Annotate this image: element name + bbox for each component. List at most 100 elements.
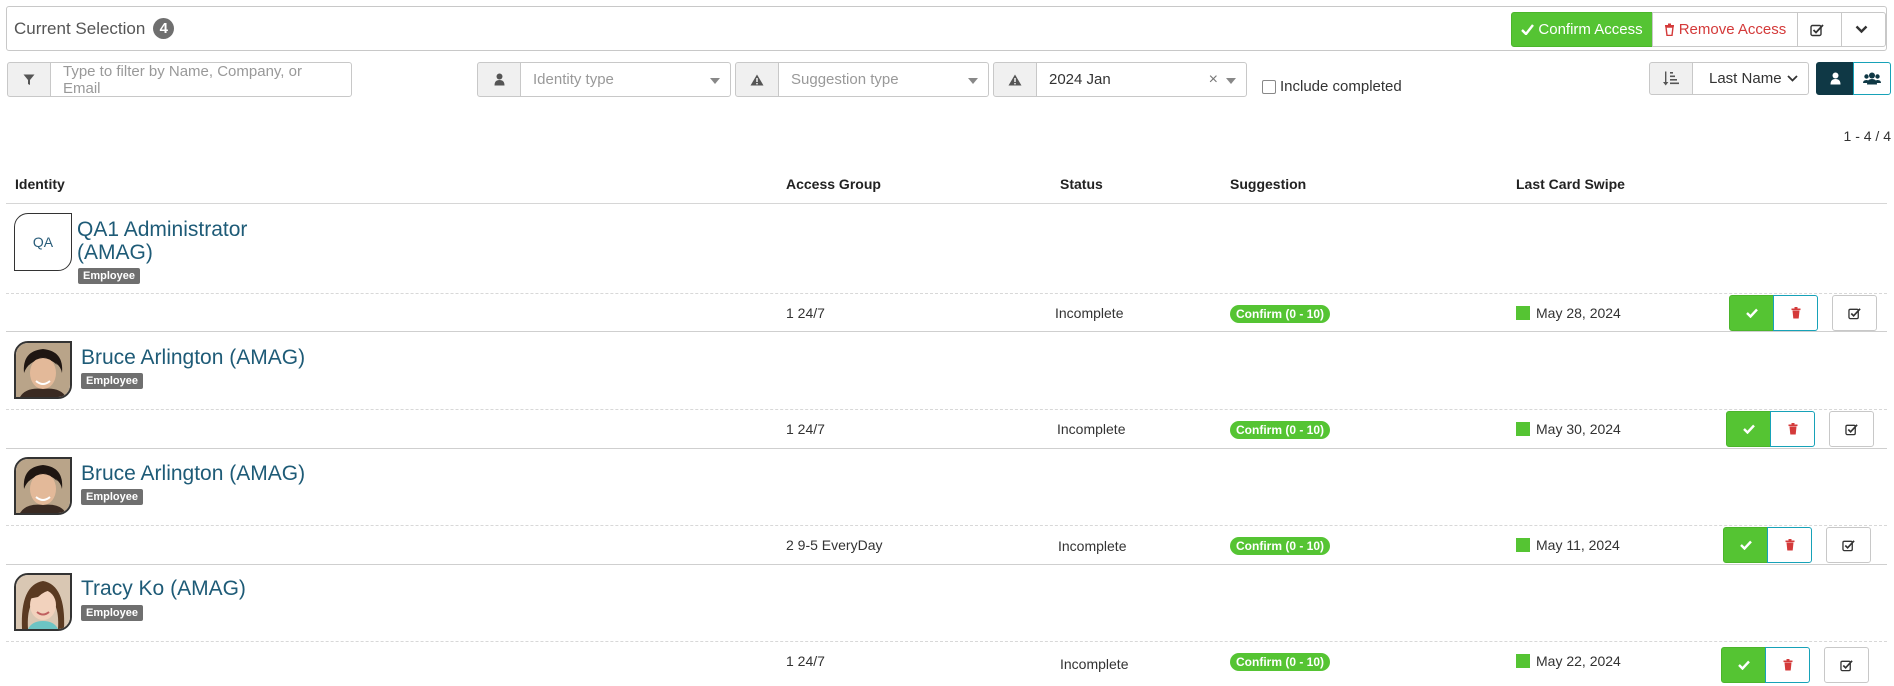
selection-count-badge: 4 bbox=[153, 18, 175, 39]
check-icon bbox=[1739, 540, 1752, 550]
more-options-dropdown-button[interactable] bbox=[1841, 12, 1886, 47]
date-period-select[interactable]: 2024 Jan × bbox=[1036, 62, 1247, 97]
row-actions bbox=[1723, 527, 1871, 563]
dropdown-arrow-icon bbox=[968, 78, 978, 84]
chevron-down-icon bbox=[1855, 25, 1868, 34]
swipe-status-indicator bbox=[1516, 654, 1530, 668]
identity-name-link[interactable]: Bruce Arlington (AMAG) bbox=[81, 462, 305, 485]
warning-icon bbox=[750, 74, 764, 85]
sort-field-select[interactable]: Last Name bbox=[1692, 62, 1809, 95]
remove-row-button[interactable] bbox=[1770, 411, 1815, 447]
row-divider bbox=[6, 641, 1887, 642]
status-cell: Incomplete bbox=[1057, 421, 1126, 437]
row-separator bbox=[6, 448, 1887, 449]
identity-type-select[interactable]: Identity type bbox=[520, 62, 731, 97]
access-group-cell: 1 24/7 bbox=[786, 653, 825, 669]
row-divider bbox=[6, 409, 1887, 410]
trash-icon bbox=[1791, 307, 1800, 319]
select-row-button[interactable] bbox=[1829, 411, 1874, 447]
row-separator bbox=[6, 564, 1887, 565]
suggestion-badge: Confirm (0 - 10) bbox=[1230, 537, 1331, 555]
include-completed-checkbox[interactable]: Include completed bbox=[1262, 78, 1402, 95]
view-group-button[interactable] bbox=[1853, 62, 1891, 95]
row-separator bbox=[6, 331, 1887, 332]
status-cell: Incomplete bbox=[1058, 538, 1127, 554]
user-icon bbox=[1830, 72, 1840, 85]
select-row-button[interactable] bbox=[1832, 295, 1877, 331]
confirm-access-button[interactable]: Confirm Access bbox=[1511, 12, 1653, 47]
suggestion-type-addon bbox=[735, 62, 779, 97]
access-group-cell: 1 24/7 bbox=[786, 305, 825, 321]
remove-row-button[interactable] bbox=[1773, 295, 1818, 331]
user-icon bbox=[494, 73, 504, 86]
person-photo bbox=[16, 459, 70, 513]
remove-access-button[interactable]: Remove Access bbox=[1652, 12, 1798, 47]
check-icon bbox=[1745, 308, 1758, 318]
avatar bbox=[14, 457, 72, 515]
sort-ascending-icon bbox=[1663, 71, 1679, 86]
access-group-cell: 1 24/7 bbox=[786, 421, 825, 437]
check-icon bbox=[1742, 424, 1755, 434]
identity-name-link[interactable]: QA1 Administrator (AMAG) bbox=[77, 218, 277, 264]
remove-row-button[interactable] bbox=[1765, 647, 1810, 683]
swipe-status-indicator bbox=[1516, 538, 1530, 552]
suggestion-badge: Confirm (0 - 10) bbox=[1230, 653, 1331, 671]
status-cell: Incomplete bbox=[1060, 656, 1129, 672]
view-single-identity-button[interactable] bbox=[1816, 62, 1854, 95]
check-icon bbox=[1521, 24, 1535, 35]
warning-icon bbox=[1008, 74, 1022, 85]
column-identity: Identity bbox=[15, 176, 65, 192]
identity-name-link[interactable]: Tracy Ko (AMAG) bbox=[81, 577, 246, 600]
avatar bbox=[14, 573, 72, 631]
confirm-row-button[interactable] bbox=[1729, 295, 1774, 331]
checkbox-checked-icon bbox=[1844, 423, 1858, 435]
column-access-group: Access Group bbox=[786, 176, 881, 192]
filter-icon-addon bbox=[7, 62, 51, 97]
column-last-card-swipe: Last Card Swipe bbox=[1516, 176, 1625, 192]
users-icon bbox=[1863, 72, 1881, 85]
clear-selection-icon[interactable]: × bbox=[1209, 71, 1218, 89]
row-divider bbox=[6, 293, 1887, 294]
trash-icon bbox=[1664, 23, 1674, 36]
select-row-button[interactable] bbox=[1824, 647, 1869, 683]
confirm-row-button[interactable] bbox=[1726, 411, 1771, 447]
select-all-button[interactable] bbox=[1797, 12, 1842, 47]
identity-type-badge: Employee bbox=[81, 489, 143, 505]
checkbox[interactable] bbox=[1262, 79, 1276, 94]
pagination-summary: 1 - 4 / 4 bbox=[1843, 128, 1891, 144]
select-row-button[interactable] bbox=[1826, 527, 1871, 563]
sort-direction-button[interactable] bbox=[1649, 62, 1693, 95]
row-actions bbox=[1721, 647, 1869, 683]
person-photo bbox=[16, 343, 70, 397]
identity-type-addon bbox=[477, 62, 521, 97]
filter-icon bbox=[23, 74, 35, 85]
identity-type-badge: Employee bbox=[81, 605, 143, 621]
dropdown-arrow-icon bbox=[1226, 78, 1236, 84]
avatar: QA bbox=[14, 213, 72, 271]
access-group-cell: 2 9-5 EveryDay bbox=[786, 537, 883, 553]
suggestion-type-select[interactable]: Suggestion type bbox=[778, 62, 989, 97]
identity-type-badge: Employee bbox=[78, 268, 140, 284]
last-card-swipe-cell: May 28, 2024 bbox=[1516, 305, 1621, 321]
identity-type-badge: Employee bbox=[81, 373, 143, 389]
identity-name-link[interactable]: Bruce Arlington (AMAG) bbox=[81, 346, 305, 369]
checkbox-checked-icon bbox=[1841, 539, 1855, 551]
confirm-row-button[interactable] bbox=[1721, 647, 1766, 683]
row-divider bbox=[6, 525, 1887, 526]
checkbox-checked-icon bbox=[1810, 23, 1824, 36]
swipe-status-indicator bbox=[1516, 306, 1530, 320]
confirm-row-button[interactable] bbox=[1723, 527, 1768, 563]
suggestion-badge: Confirm (0 - 10) bbox=[1230, 421, 1331, 439]
search-input[interactable]: Type to filter by Name, Company, or Emai… bbox=[50, 62, 352, 97]
check-icon bbox=[1737, 660, 1750, 670]
suggestion-badge: Confirm (0 - 10) bbox=[1230, 305, 1331, 323]
remove-row-button[interactable] bbox=[1767, 527, 1812, 563]
avatar bbox=[14, 341, 72, 399]
trash-icon bbox=[1783, 659, 1792, 671]
trash-icon bbox=[1785, 539, 1794, 551]
trash-icon bbox=[1788, 423, 1797, 435]
column-suggestion: Suggestion bbox=[1230, 176, 1307, 192]
swipe-status-indicator bbox=[1516, 422, 1530, 436]
checkbox-checked-icon bbox=[1839, 659, 1853, 671]
checkbox-checked-icon bbox=[1847, 307, 1861, 319]
